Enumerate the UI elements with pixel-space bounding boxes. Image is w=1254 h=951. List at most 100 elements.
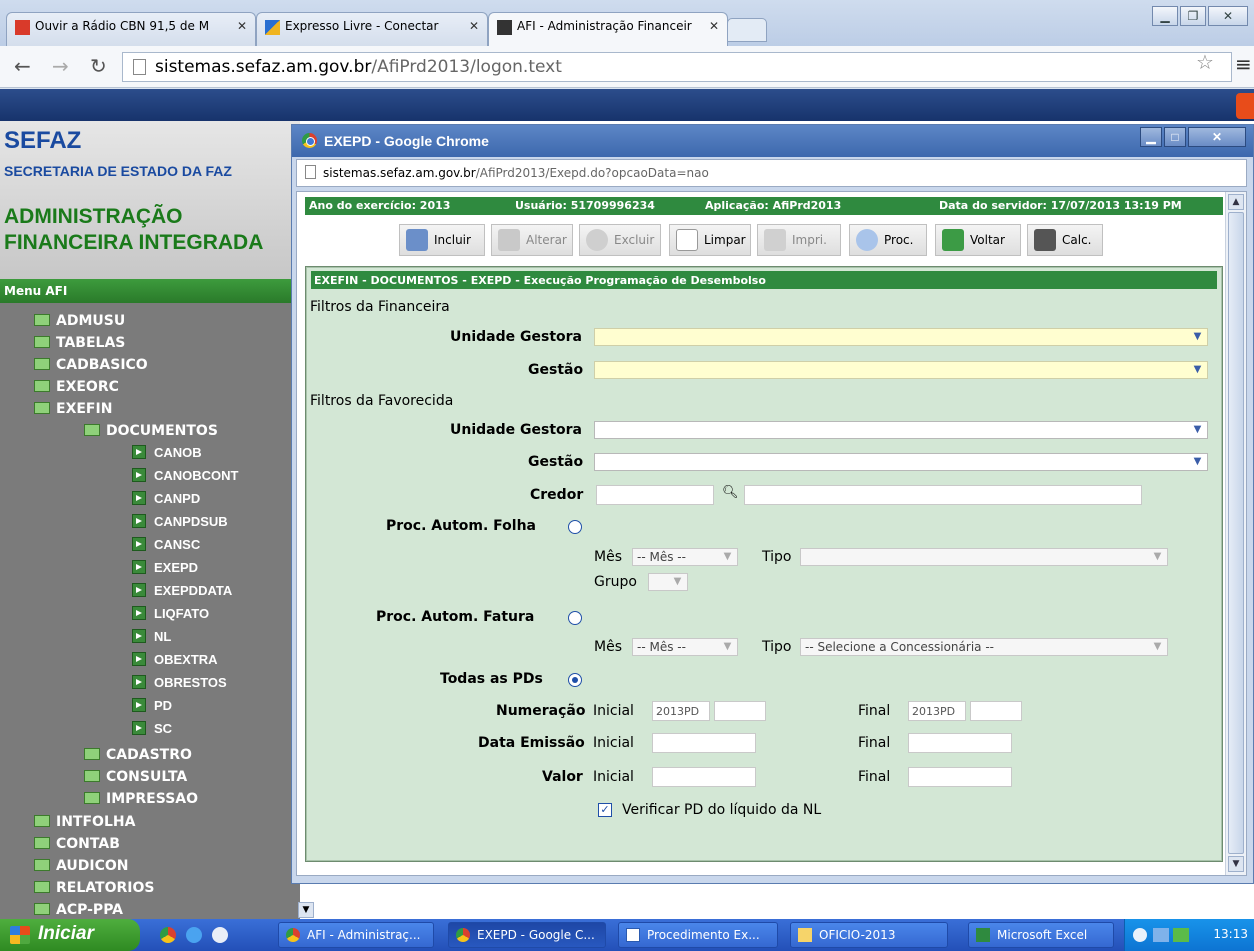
- taskbar-item-excel[interactable]: Microsoft Excel: [968, 922, 1114, 948]
- network-icon[interactable]: [1153, 928, 1169, 942]
- menu-doc-canpdsub[interactable]: CANPDSUB: [132, 514, 228, 529]
- browser-icon[interactable]: [212, 927, 228, 943]
- bookmark-star-icon[interactable]: ☆: [1196, 50, 1214, 74]
- menu-doc-liqfato[interactable]: LIQFATO: [132, 606, 209, 621]
- minimize-button[interactable]: ▁: [1140, 127, 1162, 147]
- menu-item-intfolha[interactable]: INTFOLHA: [34, 814, 135, 830]
- start-button[interactable]: Iniciar: [0, 919, 140, 951]
- close-icon[interactable]: ✕: [237, 19, 247, 33]
- proc-button[interactable]: Proc.: [849, 224, 927, 256]
- select-grupo[interactable]: ▼: [648, 573, 688, 591]
- close-icon[interactable]: ✕: [469, 19, 479, 33]
- menu-doc-sc[interactable]: SC: [132, 721, 172, 736]
- menu-item-acp-ppa[interactable]: ACP-PPA: [34, 902, 123, 918]
- data-emissao-inicial-input[interactable]: [652, 733, 756, 753]
- select-ug-favorecida[interactable]: ▼: [594, 421, 1208, 439]
- excluir-button[interactable]: Excluir: [579, 224, 661, 256]
- taskbar-item-word[interactable]: Procedimento Ex...: [618, 922, 778, 948]
- chrome-icon[interactable]: [160, 927, 176, 943]
- menu-item-impressao[interactable]: IMPRESSAO: [84, 791, 198, 807]
- menu-doc-canobcont[interactable]: CANOBCONT: [132, 468, 239, 483]
- incluir-button[interactable]: Incluir: [399, 224, 485, 256]
- select-tipo-folha[interactable]: ▼: [800, 548, 1168, 566]
- menu-item-documentos[interactable]: DOCUMENTOS: [84, 423, 218, 439]
- back-arrow-icon[interactable]: ←: [14, 54, 31, 78]
- scroll-down-icon[interactable]: ▼: [298, 902, 314, 918]
- radio-proc-folha[interactable]: [568, 520, 582, 534]
- menu-doc-exepd[interactable]: EXEPD: [132, 560, 198, 575]
- select-mes-folha[interactable]: -- Mês -- ▼: [632, 548, 738, 566]
- menu-icon[interactable]: ≡: [1235, 52, 1252, 76]
- numeracao-final-input[interactable]: [970, 701, 1022, 721]
- select-ug-financeira[interactable]: ▼: [594, 328, 1208, 346]
- label-proc-folha: Proc. Autom. Folha: [386, 518, 536, 534]
- menu-item-audicon[interactable]: AUDICON: [34, 858, 129, 874]
- new-tab-button[interactable]: [727, 18, 767, 42]
- imprimir-button[interactable]: Impri.: [757, 224, 841, 256]
- proc-label: Proc.: [884, 233, 914, 247]
- voltar-button[interactable]: Voltar: [935, 224, 1021, 256]
- select-gestao-financeira[interactable]: ▼: [594, 361, 1208, 379]
- scroll-thumb[interactable]: [1228, 212, 1244, 854]
- scroll-up-icon[interactable]: ▲: [1228, 194, 1244, 210]
- tab-cbn-radio[interactable]: Ouvir a Rádio CBN 91,5 de M ✕: [6, 12, 256, 46]
- radio-todas-pds[interactable]: [568, 673, 582, 687]
- menu-item-admusu[interactable]: ADMUSU: [34, 313, 125, 329]
- menu-item-exeorc[interactable]: EXEORC: [34, 379, 119, 395]
- menu-label: SC: [154, 721, 173, 736]
- maximize-button[interactable]: ❐: [1180, 6, 1206, 26]
- checkbox-verificar-pd[interactable]: ✓: [598, 803, 612, 817]
- menu-doc-canpd[interactable]: CANPD: [132, 491, 200, 506]
- select-mes-fatura[interactable]: -- Mês -- ▼: [632, 638, 738, 656]
- menu-doc-obrestos[interactable]: OBRESTOS: [132, 675, 227, 690]
- power-icon[interactable]: [1236, 93, 1254, 119]
- numeracao-inicial-input[interactable]: [714, 701, 766, 721]
- data-emissao-final-input[interactable]: [908, 733, 1012, 753]
- menu-doc-exepddata[interactable]: EXEPDDATA: [132, 583, 232, 598]
- clock[interactable]: 13:13: [1213, 927, 1248, 941]
- menu-item-contab[interactable]: CONTAB: [34, 836, 120, 852]
- alterar-button[interactable]: Alterar: [491, 224, 573, 256]
- close-popup-button[interactable]: ✕: [1188, 127, 1246, 147]
- limpar-button[interactable]: Limpar: [669, 224, 751, 256]
- close-window-button[interactable]: ✕: [1208, 6, 1248, 26]
- minimize-button[interactable]: ▁: [1152, 6, 1178, 26]
- close-icon[interactable]: ✕: [709, 19, 719, 33]
- valor-final-input[interactable]: [908, 767, 1012, 787]
- menu-doc-obextra[interactable]: OBEXTRA: [132, 652, 218, 667]
- credor-name-input[interactable]: [744, 485, 1142, 505]
- radio-proc-fatura[interactable]: [568, 611, 582, 625]
- popup-address-bar[interactable]: sistemas.sefaz.am.gov.br/AfiPrd2013/Exep…: [296, 159, 1247, 187]
- tab-expresso-livre[interactable]: Expresso Livre - Conectar ✕: [256, 12, 488, 46]
- internet-explorer-icon[interactable]: [186, 927, 202, 943]
- scroll-down-icon[interactable]: ▼: [1228, 856, 1244, 872]
- taskbar-item-exepd[interactable]: EXEPD - Google C...: [448, 922, 606, 948]
- menu-item-cadbasico[interactable]: CADBASICO: [34, 357, 148, 373]
- menu-item-tabelas[interactable]: TABELAS: [34, 335, 125, 351]
- menu-doc-canob[interactable]: CANOB: [132, 445, 202, 460]
- update-icon[interactable]: [1173, 928, 1189, 942]
- forward-arrow-icon[interactable]: →: [52, 54, 69, 78]
- tray-expand-icon[interactable]: [1133, 928, 1147, 942]
- taskbar-item-afi[interactable]: AFI - Administraç...: [278, 922, 434, 948]
- tab-afi[interactable]: AFI - Administração Financeir ✕: [488, 12, 728, 46]
- menu-item-exefin[interactable]: EXEFIN: [34, 401, 112, 417]
- vertical-scrollbar[interactable]: ▲ ▼: [1225, 192, 1246, 875]
- menu-item-consulta[interactable]: CONSULTA: [84, 769, 187, 785]
- menu-item-cadastro[interactable]: CADASTRO: [84, 747, 192, 763]
- reload-icon[interactable]: ↻: [90, 54, 107, 78]
- folder-icon: [34, 815, 50, 827]
- menu-doc-cansc[interactable]: CANSC: [132, 537, 200, 552]
- taskbar-item-folder[interactable]: OFICIO-2013: [790, 922, 948, 948]
- select-tipo-fatura[interactable]: -- Selecione a Concessionária -- ▼: [800, 638, 1168, 656]
- select-gestao-favorecida[interactable]: ▼: [594, 453, 1208, 471]
- search-icon[interactable]: 🔍︎: [722, 485, 739, 500]
- credor-code-input[interactable]: [596, 485, 714, 505]
- maximize-button[interactable]: □: [1164, 127, 1186, 147]
- address-bar[interactable]: sistemas.sefaz.am.gov.br/AfiPrd2013/logo…: [122, 52, 1232, 82]
- calc-button[interactable]: Calc.: [1027, 224, 1103, 256]
- valor-inicial-input[interactable]: [652, 767, 756, 787]
- menu-doc-pd[interactable]: PD: [132, 698, 172, 713]
- menu-item-relatorios[interactable]: RELATORIOS: [34, 880, 154, 896]
- menu-doc-nl[interactable]: NL: [132, 629, 171, 644]
